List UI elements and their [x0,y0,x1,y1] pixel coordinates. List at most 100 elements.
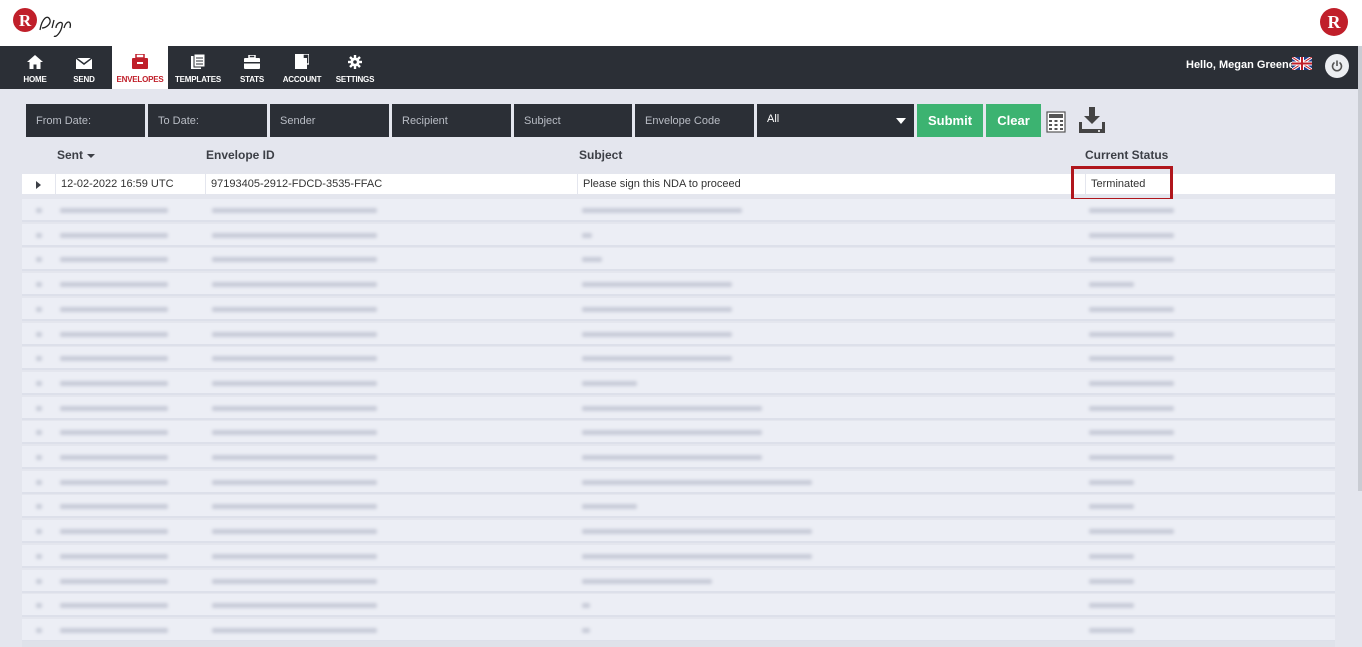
table-row[interactable] [22,470,1335,494]
redacted-cell [60,553,168,559]
nav-templates[interactable]: TEMPLATES [173,46,223,89]
nav-stats-label: STATS [239,75,265,84]
blurred-table-rows [22,199,1335,642]
expand-row-icon[interactable] [36,208,42,213]
expand-row-icon[interactable] [36,578,42,584]
table-row[interactable] [22,248,1335,272]
redacted-cell [582,380,637,386]
redacted-cell [212,232,377,238]
nav-account-label: ACCOUNT [282,75,322,84]
redacted-cell [212,257,377,263]
vertical-scrollbar[interactable] [1358,46,1362,491]
redacted-cell [582,553,812,559]
table-footer [22,641,1335,647]
redacted-cell [1089,282,1134,288]
table-row[interactable] [22,544,1335,568]
redacted-cell [60,430,168,436]
table-row[interactable] [22,273,1335,297]
submit-button[interactable]: Submit [917,104,983,137]
expand-row-icon[interactable] [36,430,42,436]
redacted-cell [1089,356,1174,362]
table-row[interactable] [22,322,1335,346]
column-header-subject[interactable]: Subject [579,148,622,162]
redacted-cell [212,479,377,485]
expand-row-icon[interactable] [36,529,42,535]
expand-row-icon[interactable] [36,627,42,633]
nav-home-label: HOME [23,75,47,84]
redacted-cell [582,282,732,288]
nav-send-label: SEND [73,75,95,84]
table-row[interactable] [22,421,1335,445]
redacted-cell [582,356,732,362]
envelope-code-input[interactable]: Envelope Code [635,104,754,137]
expand-row-icon[interactable] [36,380,42,386]
redacted-cell [582,232,592,238]
expand-row-icon[interactable] [36,455,42,460]
from-date-input[interactable]: From Date: [26,104,145,137]
nav-envelopes[interactable]: ENVELOPES [112,46,168,89]
table-row[interactable] [22,199,1335,222]
calculator-icon[interactable] [1046,111,1066,133]
rsign-logo-small: R [1320,8,1348,36]
status-select[interactable]: All [757,104,914,137]
column-header-envelope-id[interactable]: Envelope ID [206,148,275,162]
redacted-cell [1089,529,1174,535]
redacted-cell [212,504,377,510]
expand-row-icon[interactable] [36,306,42,312]
rsign-logo[interactable]: R [12,6,82,42]
uk-flag-icon[interactable] [1292,57,1312,70]
table-row[interactable] [22,520,1335,544]
redacted-cell [1089,627,1134,633]
recipient-input[interactable]: Recipient [392,104,511,137]
sender-input[interactable]: Sender [270,104,389,137]
table-row[interactable] [22,446,1335,469]
redacted-cell [1089,430,1174,436]
expand-row-icon[interactable] [36,282,42,288]
logout-button[interactable] [1325,54,1349,78]
table-row[interactable] [22,396,1335,420]
redacted-cell [582,455,762,460]
expand-row-icon[interactable] [36,356,42,362]
column-header-status[interactable]: Current Status [1085,148,1168,162]
user-greeting[interactable]: Hello, Megan Greene [1186,59,1295,71]
cell-sent: 12-02-2022 16:59 UTC [55,174,205,194]
redacted-cell [1089,257,1174,263]
redacted-cell [212,529,377,535]
cell-subject: Please sign this NDA to proceed [577,174,1085,194]
expand-row-icon[interactable] [36,232,42,238]
expand-row-icon[interactable] [36,553,42,559]
expand-row-icon[interactable] [36,181,41,189]
templates-icon [191,54,205,69]
svg-text:R: R [1328,12,1342,32]
expand-row-icon[interactable] [36,257,42,263]
table-row[interactable] [22,569,1335,593]
redacted-cell [60,208,168,213]
download-icon[interactable] [1078,107,1106,134]
column-header-sent[interactable]: Sent [57,148,96,162]
nav-home[interactable]: HOME [16,46,54,89]
table-row[interactable] [22,371,1335,395]
nav-account[interactable]: ACCOUNT [281,46,323,89]
status-highlight-box [1071,166,1173,201]
table-row[interactable] [22,618,1335,642]
expand-row-icon[interactable] [36,479,42,485]
subject-input[interactable]: Subject [514,104,632,137]
redacted-cell [212,306,377,312]
clear-button[interactable]: Clear [986,104,1041,137]
nav-settings[interactable]: SETTINGS [335,46,375,89]
redacted-cell [60,529,168,535]
table-row[interactable] [22,495,1335,519]
redacted-cell [60,479,168,485]
expand-row-icon[interactable] [36,405,42,411]
nav-send[interactable]: SEND [66,46,102,89]
nav-stats[interactable]: STATS [236,46,268,89]
expand-row-icon[interactable] [36,603,42,609]
table-row[interactable] [22,223,1335,247]
table-row[interactable] [22,347,1335,371]
table-row[interactable] [22,594,1335,618]
table-row[interactable] [22,297,1335,321]
expand-row-icon[interactable] [36,331,42,337]
to-date-input[interactable]: To Date: [148,104,267,137]
redacted-cell [1089,479,1134,485]
expand-row-icon[interactable] [36,504,42,510]
